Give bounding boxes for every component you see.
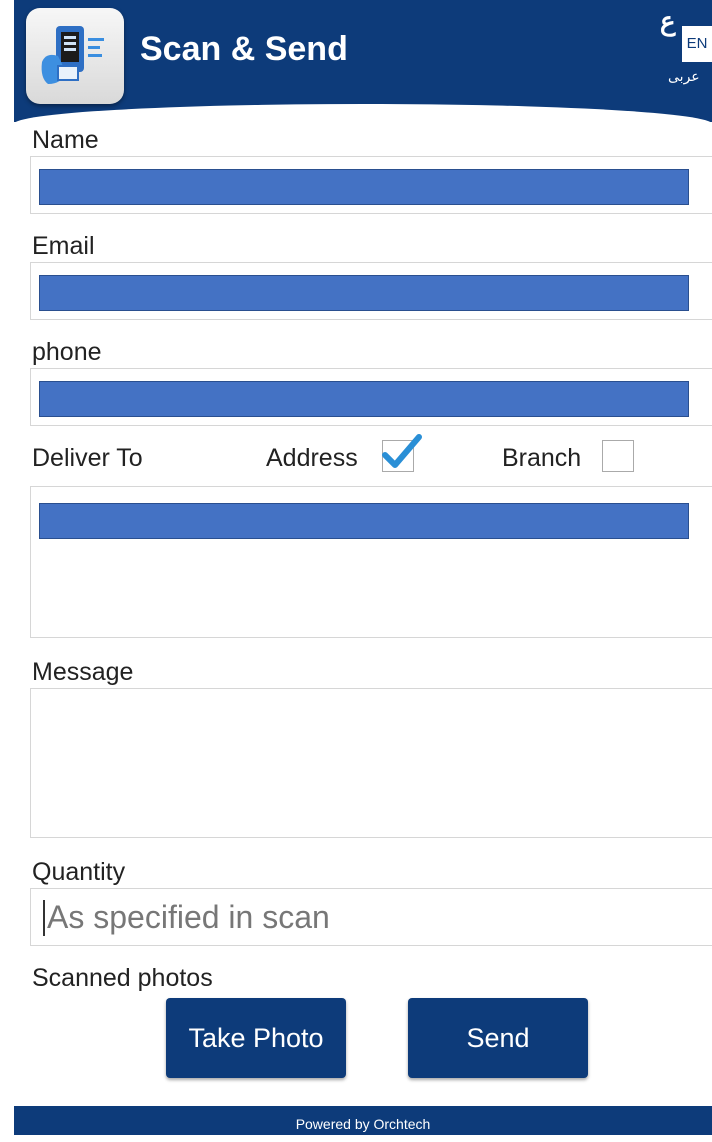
redacted-value [39, 169, 689, 205]
scan-phone-icon [41, 26, 104, 84]
quantity-input[interactable]: As specified in scan [30, 888, 712, 946]
redacted-value [39, 503, 689, 539]
phone-field[interactable] [30, 368, 712, 426]
quantity-placeholder: As specified in scan [43, 899, 330, 936]
checkmark-icon [382, 434, 422, 468]
quantity-placeholder-text: As specified in scan [47, 899, 330, 935]
app-title: Scan & Send [140, 30, 348, 68]
branch-checkbox[interactable] [602, 440, 634, 472]
address-option-label: Address [266, 444, 358, 472]
text-caret [43, 899, 45, 936]
app-logo [26, 8, 124, 104]
redacted-value [39, 381, 689, 417]
send-button[interactable]: Send [408, 998, 588, 1078]
email-field[interactable] [30, 262, 712, 320]
email-label: Email [32, 232, 95, 260]
english-badge: EN [682, 26, 712, 62]
name-field[interactable] [30, 156, 712, 214]
name-label: Name [32, 126, 99, 154]
footer: Powered by Orchtech [14, 1106, 712, 1135]
phone-label: phone [32, 338, 102, 366]
address-textarea[interactable] [30, 486, 712, 638]
take-photo-button[interactable]: Take Photo [166, 998, 346, 1078]
redacted-value [39, 275, 689, 311]
message-textarea[interactable] [30, 688, 712, 838]
branch-option-label: Branch [502, 444, 582, 472]
quantity-label: Quantity [32, 858, 126, 886]
arabic-label: عربى [668, 68, 700, 84]
deliver-to-label: Deliver To [32, 444, 143, 472]
message-label: Message [32, 658, 134, 686]
address-checkbox[interactable] [382, 434, 422, 472]
footer-text: Powered by Orchtech [295, 1116, 431, 1132]
arabic-glyph: ع [660, 6, 676, 36]
scanned-photos-label: Scanned photos [32, 964, 213, 992]
language-toggle-button[interactable]: ع EN عربى [660, 6, 712, 96]
